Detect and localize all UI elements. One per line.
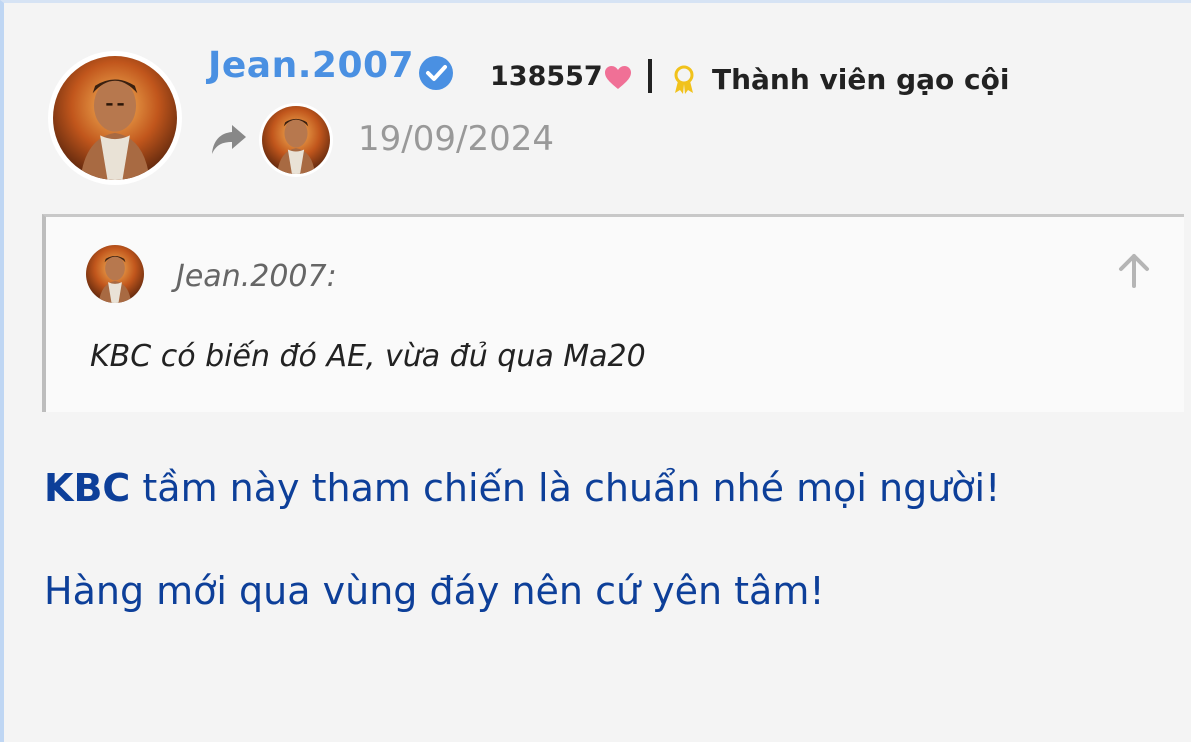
quote-author-avatar[interactable] (86, 245, 144, 303)
post-container: Jean.2007 138557 Thành viên gạo cội 19/0… (0, 0, 1191, 742)
post-body-text-1: tầm này tham chiến là chuẩn nhé mọi ngườ… (130, 466, 1001, 510)
avatar-image-quote (86, 245, 144, 303)
shared-by-avatar[interactable] (259, 103, 333, 177)
post-body-line-1: KBC tầm này tham chiến là chuẩn nhé mọi … (44, 466, 1000, 510)
author-avatar[interactable] (48, 51, 182, 185)
verified-check-icon (419, 56, 453, 90)
quote-text: KBC có biến đó AE, vừa đủ qua Ma20 (90, 339, 646, 374)
avatar-image (53, 56, 177, 180)
header-divider (648, 59, 652, 93)
author-name[interactable]: Jean.2007 (208, 45, 414, 86)
likes-count: 138557 (490, 61, 603, 92)
quote-author-name[interactable]: Jean.2007: (176, 259, 337, 294)
heart-icon[interactable] (604, 65, 632, 91)
post-body-line-2: Hàng mới qua vùng đáy nên cứ yên tâm! (44, 569, 825, 613)
share-forward-icon[interactable] (208, 121, 248, 157)
post-date: 19/09/2024 (358, 119, 554, 159)
member-rank: Thành viên gạo cội (712, 63, 1010, 96)
award-ribbon-icon (674, 65, 694, 94)
stock-ticker[interactable]: KBC (44, 466, 130, 510)
avatar-image-small (262, 106, 330, 174)
quoted-post: Jean.2007: KBC có biến đó AE, vừa đủ qua… (42, 214, 1184, 412)
arrow-up-icon[interactable] (1118, 253, 1150, 289)
